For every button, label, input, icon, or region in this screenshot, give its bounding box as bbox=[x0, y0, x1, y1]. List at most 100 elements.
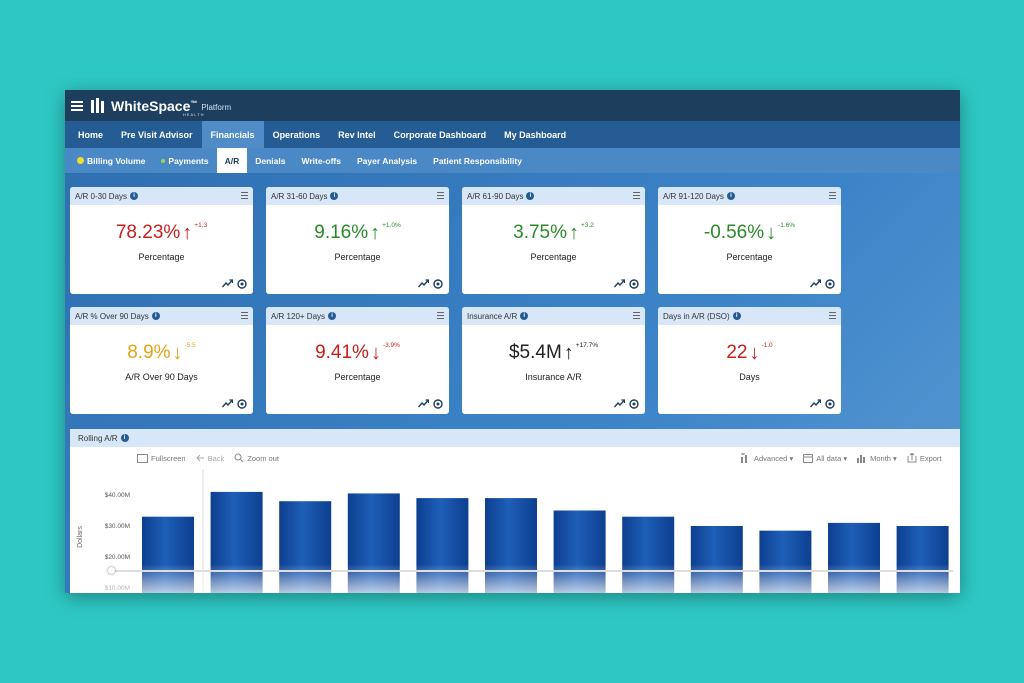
kpi-delta: +17.7% bbox=[575, 342, 599, 349]
info-icon[interactable]: i bbox=[120, 434, 129, 442]
whitespace-logo-icon bbox=[91, 98, 104, 113]
sub-nav: Billing Volume Payments A/R Denials Write-of… bbox=[65, 148, 960, 173]
drilldown-target-icon[interactable] bbox=[629, 399, 639, 409]
rolling-ar-header: Rolling A/R i bbox=[70, 429, 960, 447]
nav-financials[interactable]: Financials bbox=[201, 121, 264, 148]
fullscreen-label: Fullscreen bbox=[151, 453, 186, 463]
kpi-card: A/R 61-90 Days i 3.75% ↑ +3.2 Percentage bbox=[462, 187, 645, 294]
status-dot-icon bbox=[161, 158, 166, 163]
card-menu-icon[interactable] bbox=[829, 312, 836, 319]
back-button[interactable]: Back bbox=[195, 453, 225, 463]
video-scrubber[interactable] bbox=[78, 567, 953, 574]
y-tick-label: $30.00M bbox=[105, 523, 130, 530]
trend-arrow-icon: ↓ bbox=[370, 342, 381, 364]
trend-line-icon[interactable] bbox=[810, 279, 821, 288]
zoom-out-label: Zoom out bbox=[247, 453, 279, 463]
drilldown-target-icon[interactable] bbox=[237, 279, 247, 289]
card-menu-icon[interactable] bbox=[241, 192, 248, 199]
kpi-title: A/R 0-30 Days bbox=[75, 191, 128, 201]
info-icon[interactable]: i bbox=[130, 192, 139, 200]
trend-line-icon[interactable] bbox=[222, 279, 233, 288]
subtab-label: A/R bbox=[224, 155, 240, 166]
card-menu-icon[interactable] bbox=[829, 192, 836, 199]
kpi-card-header: A/R 31-60 Days i bbox=[266, 187, 449, 205]
subtab-label: Write-offs bbox=[301, 155, 341, 166]
kpi-value-row: -0.56% ↓ -1.6% bbox=[658, 222, 841, 248]
video-overlay-fade bbox=[70, 564, 960, 593]
advanced-icon bbox=[741, 453, 747, 463]
info-icon[interactable]: i bbox=[520, 312, 529, 320]
bar-chart-icon bbox=[857, 454, 866, 463]
subtab-payer-analysis[interactable]: Payer Analysis bbox=[349, 148, 425, 173]
subtab-payments[interactable]: Payments bbox=[153, 148, 216, 173]
drilldown-target-icon[interactable] bbox=[433, 279, 443, 289]
top-bar: WhiteSpace™ HEALTH Platform bbox=[65, 90, 960, 121]
subtab-a-r[interactable]: A/R bbox=[216, 148, 248, 173]
kpi-card: A/R % Over 90 Days i 8.9% ↓ -5.5 A/R Ove… bbox=[70, 307, 253, 414]
kpi-label: A/R Over 90 Days bbox=[125, 372, 198, 382]
nav-my-dashboard[interactable]: My Dashboard bbox=[495, 121, 575, 148]
back-label: Back bbox=[207, 453, 225, 463]
kpi-delta: -5.5 bbox=[184, 342, 196, 349]
all-data-dropdown[interactable]: All data ▾ bbox=[803, 453, 847, 463]
drilldown-target-icon[interactable] bbox=[629, 279, 639, 289]
subtab-patient-responsibility[interactable]: Patient Responsibility bbox=[425, 148, 530, 173]
subtab-billing-volume[interactable]: Billing Volume bbox=[69, 148, 153, 173]
info-icon[interactable]: i bbox=[330, 192, 339, 200]
kpi-card: A/R 120+ Days i 9.41% ↓ -3.9% Percentage bbox=[266, 307, 449, 414]
rolling-ar-chart: Dollars$10.00M$20.00M$30.00M$40.00M bbox=[70, 469, 960, 593]
card-menu-icon[interactable] bbox=[633, 312, 640, 319]
drilldown-target-icon[interactable] bbox=[237, 399, 247, 409]
trend-line-icon[interactable] bbox=[614, 279, 625, 288]
trend-line-icon[interactable] bbox=[418, 279, 429, 288]
nav-home[interactable]: Home bbox=[69, 121, 112, 148]
fullscreen-button[interactable]: Fullscreen bbox=[137, 453, 186, 463]
kpi-value: 9.16% bbox=[314, 222, 369, 243]
kpi-value: 3.75% bbox=[513, 222, 568, 243]
zoom-out-button[interactable]: Zoom out bbox=[234, 453, 279, 463]
subtab-denials[interactable]: Denials bbox=[247, 148, 293, 173]
info-icon[interactable]: i bbox=[328, 312, 337, 320]
export-button[interactable]: Export bbox=[907, 453, 942, 463]
nav-rev-intel[interactable]: Rev Intel bbox=[329, 121, 385, 148]
trend-line-icon[interactable] bbox=[222, 399, 233, 408]
trend-line-icon[interactable] bbox=[418, 399, 429, 408]
card-menu-icon[interactable] bbox=[633, 192, 640, 199]
card-menu-icon[interactable] bbox=[437, 192, 444, 199]
scrubber-handle[interactable] bbox=[108, 567, 115, 574]
drilldown-target-icon[interactable] bbox=[825, 399, 835, 409]
info-icon[interactable]: i bbox=[732, 312, 741, 320]
drilldown-target-icon[interactable] bbox=[825, 279, 835, 289]
kpi-title: A/R 91-120 Days bbox=[663, 191, 724, 201]
kpi-value-row: 78.23% ↑ +1.3 bbox=[70, 222, 253, 248]
trend-line-icon[interactable] bbox=[810, 399, 821, 408]
advanced-dropdown[interactable]: Advanced ▾ bbox=[740, 453, 793, 463]
dashboard-content: A/R 0-30 Days i 78.23% ↑ +1.3 Percentage… bbox=[65, 173, 960, 593]
kpi-delta: -1.0 bbox=[761, 342, 773, 349]
nav-corporate-dashboard[interactable]: Corporate Dashboard bbox=[385, 121, 496, 148]
kpi-card: Insurance A/R i $5.4M ↑ +17.7% Insurance… bbox=[462, 307, 645, 414]
trend-arrow-icon: ↑ bbox=[370, 222, 381, 244]
fullscreen-icon bbox=[137, 453, 148, 463]
kpi-label: Percentage bbox=[334, 252, 381, 262]
card-menu-icon[interactable] bbox=[241, 312, 248, 319]
subtab-label: Patient Responsibility bbox=[433, 155, 522, 166]
month-dropdown[interactable]: Month ▾ bbox=[857, 453, 897, 463]
nav-pre-visit-advisor[interactable]: Pre Visit Advisor bbox=[112, 121, 202, 148]
info-icon[interactable]: i bbox=[526, 192, 535, 200]
subtab-write-offs[interactable]: Write-offs bbox=[293, 148, 349, 173]
card-menu-icon[interactable] bbox=[437, 312, 444, 319]
kpi-card: A/R 0-30 Days i 78.23% ↑ +1.3 Percentage bbox=[70, 187, 253, 294]
drilldown-target-icon[interactable] bbox=[433, 399, 443, 409]
info-icon[interactable]: i bbox=[726, 192, 735, 200]
nav-operations[interactable]: Operations bbox=[264, 121, 330, 148]
kpi-value-row: 9.41% ↓ -3.9% bbox=[266, 342, 449, 368]
info-icon[interactable]: i bbox=[151, 312, 160, 320]
trend-line-icon[interactable] bbox=[614, 399, 625, 408]
kpi-value: -0.56% bbox=[703, 222, 765, 243]
hamburger-menu-icon[interactable] bbox=[71, 100, 83, 111]
kpi-label: Percentage bbox=[530, 252, 577, 262]
kpi-card-header: Days in A/R (DSO) i bbox=[658, 307, 841, 325]
kpi-delta: -3.9% bbox=[382, 342, 400, 349]
main-nav: Home Pre Visit Advisor Financials Operation… bbox=[65, 121, 960, 148]
